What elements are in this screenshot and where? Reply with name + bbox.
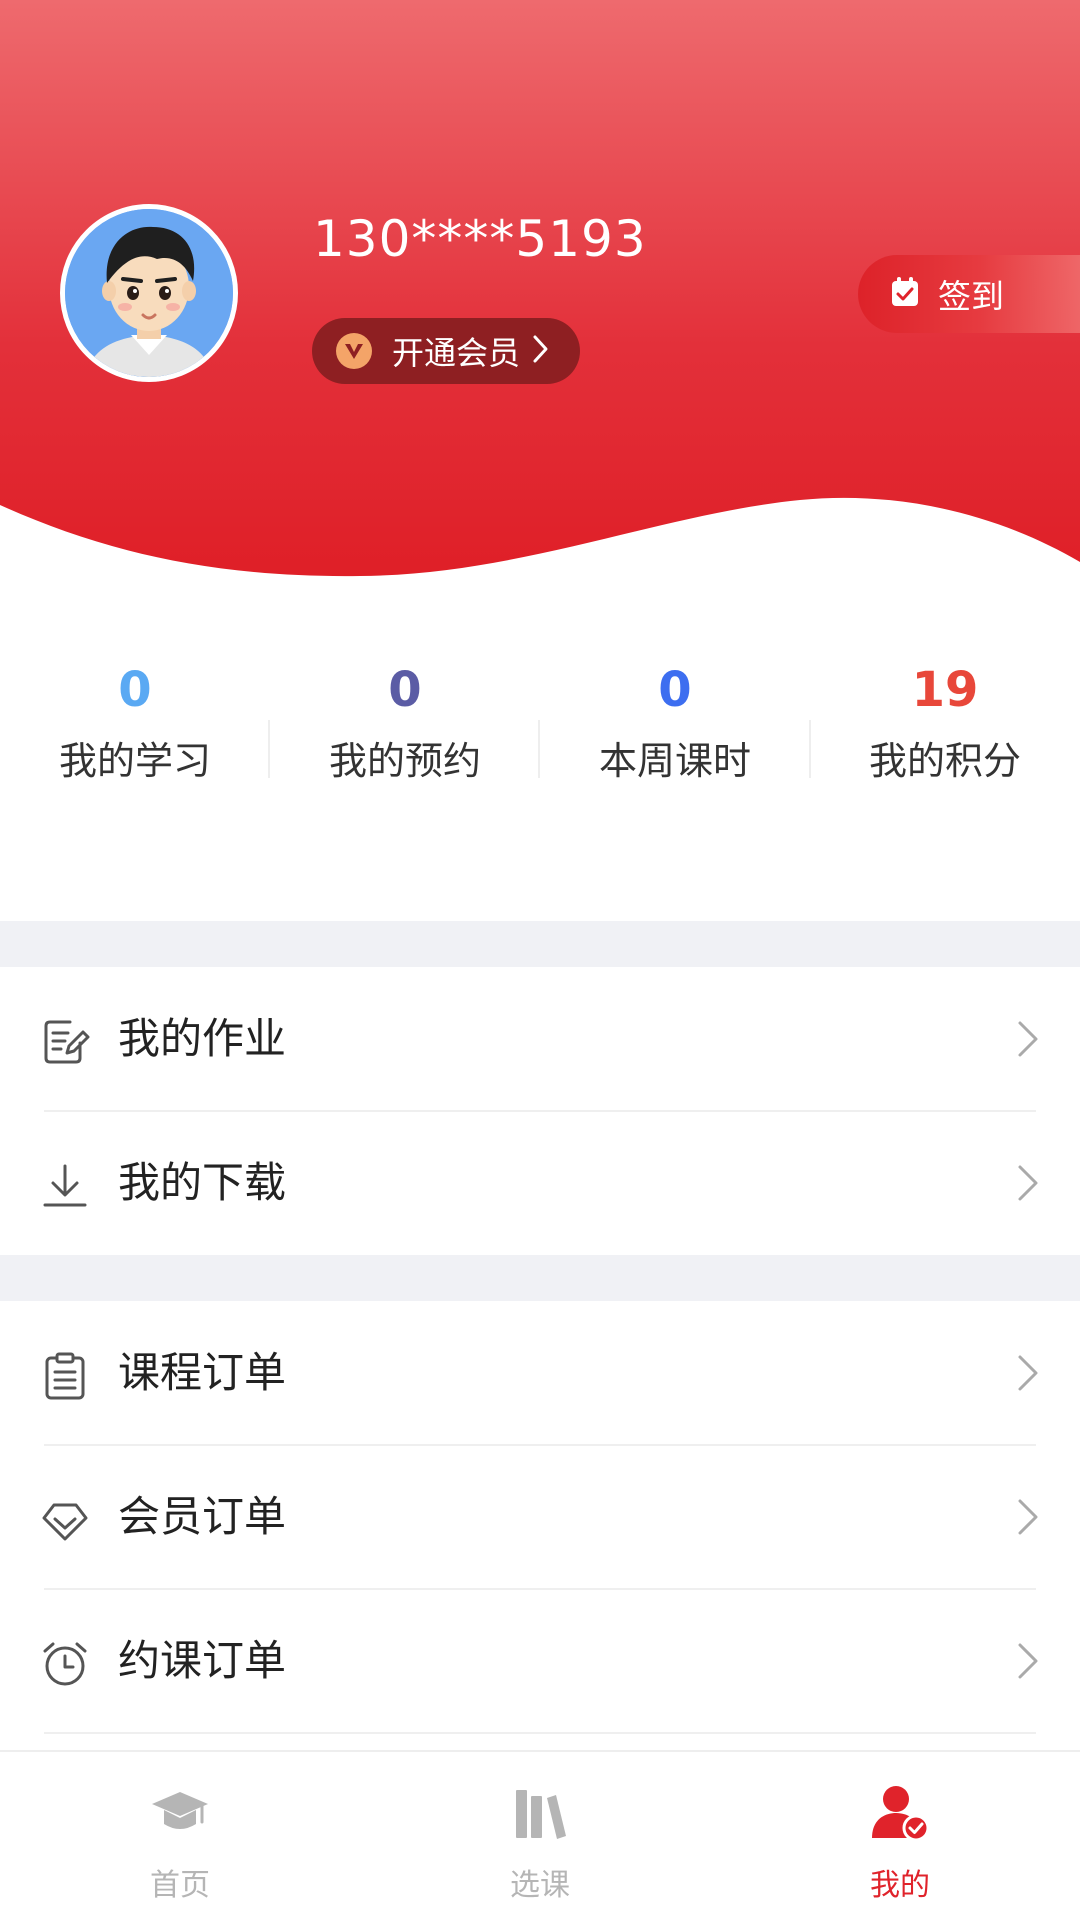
stat-label: 本周课时 [598, 739, 751, 783]
menu-item-label: 我的下载 [118, 1158, 287, 1207]
user-phone: 130****5193 [313, 210, 647, 268]
homework-edit-icon [40, 1017, 90, 1067]
user-check-icon [870, 1782, 930, 1842]
stat-label: 我的预约 [328, 739, 481, 783]
open-vip-button[interactable]: 开通会员 [312, 318, 580, 384]
open-vip-label: 开通会员 [392, 334, 521, 372]
menu-item-label: 我的作业 [118, 1014, 287, 1063]
chevron-right-icon [1016, 1163, 1040, 1207]
profile-header: 130****5193 开通会员 签到 [0, 0, 1080, 580]
stat-value: 0 [388, 662, 422, 718]
menu-item-label: 会员订单 [118, 1492, 287, 1541]
graduation-cap-icon [150, 1782, 210, 1842]
chevron-right-icon [532, 334, 550, 368]
menu-item-label: 课程订单 [118, 1348, 287, 1397]
menu-item-my-download[interactable]: 我的下载 [0, 1111, 1080, 1255]
chevron-right-icon [1016, 1641, 1040, 1685]
avatar-illustration [65, 209, 233, 377]
signin-button[interactable]: 签到 [858, 255, 1080, 333]
menu-item-vip-orders[interactable]: 会员订单 [0, 1445, 1080, 1589]
stat-label: 我的积分 [868, 739, 1021, 783]
menu-divider [44, 1732, 1036, 1734]
stat-my-study[interactable]: 0 我的学习 [0, 660, 270, 784]
stat-value: 19 [911, 662, 979, 718]
stat-value: 0 [658, 662, 692, 718]
download-icon [40, 1161, 90, 1211]
chevron-right-icon [1016, 1019, 1040, 1063]
avatar[interactable] [60, 204, 238, 382]
vip-v-icon [336, 333, 372, 369]
tab-label: 选课 [510, 1868, 570, 1903]
chevron-right-icon [1016, 1353, 1040, 1397]
stat-my-appointment[interactable]: 0 我的预约 [270, 660, 540, 784]
tab-home[interactable]: 首页 [80, 1752, 280, 1920]
tab-courses[interactable]: 选课 [440, 1752, 640, 1920]
stat-my-points[interactable]: 19 我的积分 [810, 660, 1080, 784]
menu-item-course-orders[interactable]: 课程订单 [0, 1301, 1080, 1445]
menu-item-my-homework[interactable]: 我的作业 [0, 967, 1080, 1111]
section-gap [0, 921, 1080, 967]
diamond-icon [40, 1495, 90, 1545]
stats-row: 0 我的学习 0 我的预约 0 本周课时 19 我的积分 [0, 660, 1080, 820]
stat-label: 我的学习 [58, 739, 211, 783]
calendar-check-icon [890, 276, 920, 312]
bottom-tab-bar: 首页 选课 我的 [0, 1750, 1080, 1920]
signin-label: 签到 [938, 277, 1004, 316]
stat-value: 0 [118, 662, 152, 718]
books-icon [510, 1782, 570, 1842]
menu-item-label: 约课订单 [118, 1636, 287, 1685]
tab-label: 我的 [870, 1868, 930, 1903]
tab-mine[interactable]: 我的 [800, 1752, 1000, 1920]
tab-label: 首页 [150, 1868, 210, 1903]
section-gap [0, 1255, 1080, 1301]
stat-week-hours[interactable]: 0 本周课时 [540, 660, 810, 784]
clipboard-list-icon [40, 1351, 90, 1401]
alarm-clock-icon [40, 1639, 90, 1689]
menu-item-appointment-orders[interactable]: 约课订单 [0, 1589, 1080, 1733]
chevron-right-icon [1016, 1497, 1040, 1541]
